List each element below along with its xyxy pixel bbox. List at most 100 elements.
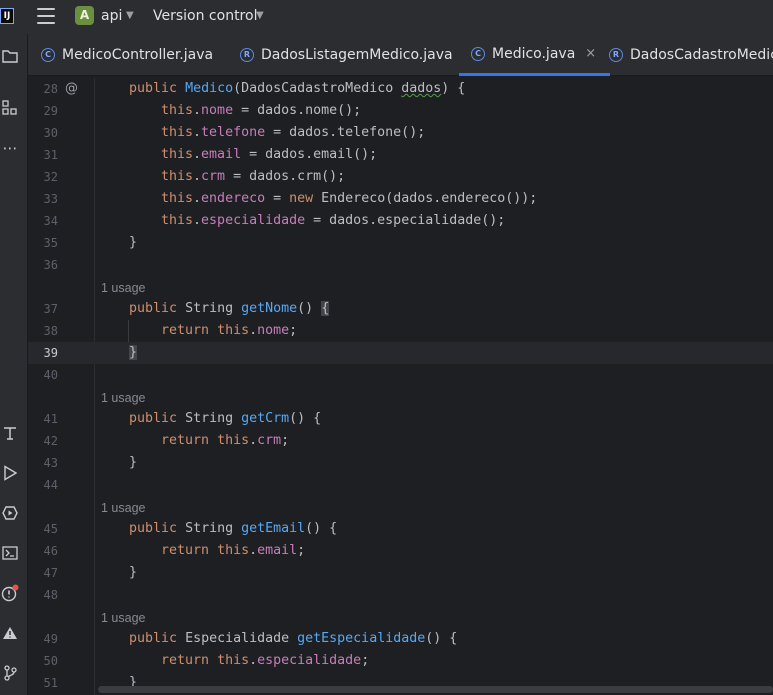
tab-medico-controller[interactable]: C MedicoController.java (41, 34, 213, 76)
problems-icon[interactable] (0, 583, 20, 603)
code-line[interactable]: 45 public String getEmail() { (28, 518, 773, 540)
main-menu-icon[interactable] (37, 8, 55, 24)
matched-brace: } (129, 345, 138, 360)
line-number: 32 (43, 170, 58, 184)
line-number: 34 (43, 214, 58, 228)
code-text: public String getEmail() { (129, 521, 338, 536)
code-line[interactable]: 33 this.endereco = new Endereco(dados.en… (28, 188, 773, 210)
line-number: 36 (43, 258, 58, 272)
line-number: 31 (43, 148, 58, 162)
line-number: 45 (43, 522, 58, 536)
line-number: 35 (43, 236, 58, 250)
line-number: 37 (43, 302, 58, 316)
structure-icon[interactable] (0, 98, 20, 118)
usage-hint[interactable]: 1 usage (101, 387, 145, 409)
code-line[interactable]: 30 this.telefone = dados.telefone(); (28, 122, 773, 144)
code-line[interactable]: 41 public String getCrm() { (28, 408, 773, 430)
run-icon[interactable] (0, 463, 20, 483)
tab-label: DadosListagemMedico.java (261, 47, 453, 63)
code-text: } (129, 235, 138, 250)
code-line[interactable]: 43 } (28, 452, 773, 474)
tool-window-strip: ⋯ (0, 34, 28, 695)
line-number: 41 (43, 412, 58, 426)
override-marker-icon[interactable]: @ (65, 81, 78, 96)
usage-hint[interactable]: 1 usage (101, 277, 145, 299)
line-number: 38 (43, 324, 58, 338)
code-text: return this.email; (161, 543, 306, 558)
code-text: this.email = dados.email(); (161, 147, 378, 162)
code-text: } (129, 455, 138, 470)
code-line[interactable]: 44 (28, 474, 773, 496)
code-line[interactable]: 35 } (28, 232, 773, 254)
line-number: 39 (43, 346, 58, 360)
code-line[interactable]: 36 (28, 254, 773, 276)
vcs-chevron-down-icon[interactable]: ▼ (256, 10, 264, 21)
code-line[interactable]: 31 this.email = dados.email(); (28, 144, 773, 166)
line-number: 33 (43, 192, 58, 206)
tab-medico-java[interactable]: C Medico.java × (459, 34, 611, 76)
version-control-menu[interactable]: Version control (153, 8, 257, 24)
code-line[interactable]: 29 this.nome = dados.nome(); (28, 100, 773, 122)
code-line[interactable]: 40 (28, 364, 773, 386)
record-icon: R (240, 48, 254, 62)
usage-hint[interactable]: 1 usage (101, 607, 145, 629)
horizontal-scrollbar[interactable] (98, 686, 773, 693)
services-icon[interactable] (0, 503, 20, 523)
class-icon: C (471, 46, 485, 61)
warning-icon[interactable] (0, 623, 20, 643)
code-text: this.especialidade = dados.especialidade… (161, 213, 506, 228)
git-icon[interactable] (0, 663, 20, 683)
tab-label: MedicoController.java (62, 47, 214, 63)
code-line[interactable]: 47 } (28, 562, 773, 584)
line-number: 28 (43, 82, 58, 96)
terminal-icon[interactable] (0, 543, 20, 563)
line-number: 40 (43, 368, 58, 382)
code-text: return this.crm; (161, 433, 290, 448)
matched-brace: { (321, 301, 330, 316)
title-bar: IJ A api ▼ Version control ▼ (0, 0, 773, 34)
project-icon[interactable] (0, 46, 20, 66)
code-text: this.crm = dados.crm(); (161, 169, 346, 184)
code-line[interactable]: 48 (28, 584, 773, 606)
code-line[interactable]: 50 return this.especialidade; (28, 650, 773, 672)
project-chevron-down-icon[interactable]: ▼ (126, 10, 134, 21)
intellij-logo-icon[interactable]: IJ (0, 8, 14, 24)
tab-dados-cadastro-medico[interactable]: R DadosCadastroMedico. (609, 34, 773, 76)
code-text: return this.especialidade; (161, 653, 370, 668)
code-line[interactable]: 49 public Especialidade getEspecialidade… (28, 628, 773, 650)
code-text: } (129, 342, 138, 364)
record-icon: R (609, 48, 623, 62)
code-text: } (129, 565, 138, 580)
class-icon: C (41, 48, 55, 62)
line-number: 47 (43, 566, 58, 580)
code-line[interactable]: 42 return this.crm; (28, 430, 773, 452)
line-number: 30 (43, 126, 58, 140)
code-text: public Especialidade getEspecialidade() … (129, 631, 458, 646)
code-line[interactable]: 38 return this.nome; (28, 320, 773, 342)
tab-label: Medico.java (492, 45, 576, 62)
close-tab-icon[interactable]: × (585, 46, 596, 61)
code-text: public String getCrm() { (129, 411, 322, 426)
code-text: this.telefone = dados.telefone(); (161, 125, 426, 140)
more-icon[interactable]: ⋯ (0, 138, 20, 158)
line-number: 51 (43, 676, 58, 690)
tab-dados-listagem-medico[interactable]: R DadosListagemMedico.java (240, 34, 453, 76)
line-number: 43 (43, 456, 58, 470)
build-icon[interactable] (0, 423, 20, 443)
code-line[interactable]: 32 this.crm = dados.crm(); (28, 166, 773, 188)
code-line[interactable]: 37 public String getNome() { (28, 298, 773, 320)
line-number: 48 (43, 588, 58, 602)
code-line-current[interactable]: 39 } (28, 342, 773, 364)
line-number: 42 (43, 434, 58, 448)
line-number: 44 (43, 478, 58, 492)
line-number: 46 (43, 544, 58, 558)
code-text: this.endereco = new Endereco(dados.ender… (161, 191, 538, 206)
code-line[interactable]: 46 return this.email; (28, 540, 773, 562)
project-name[interactable]: api (101, 8, 122, 24)
code-text: public Medico(DadosCadastroMedico dados)… (129, 81, 466, 96)
code-line[interactable]: 28 @ public Medico(DadosCadastroMedico d… (28, 78, 773, 100)
project-badge[interactable]: A (75, 6, 94, 25)
code-line[interactable]: 34 this.especialidade = dados.especialid… (28, 210, 773, 232)
code-text: return this.nome; (161, 323, 298, 338)
usage-hint[interactable]: 1 usage (101, 497, 145, 519)
